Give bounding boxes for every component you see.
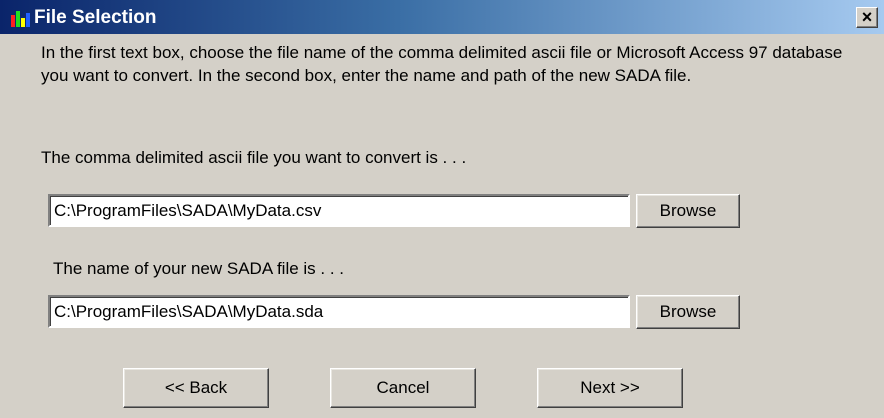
target-browse-button[interactable]: Browse	[636, 295, 740, 329]
source-file-label: The comma delimited ascii file you want …	[41, 148, 467, 167]
instructions-text: In the first text box, choose the file n…	[41, 43, 843, 85]
target-file-label: The name of your new SADA file is . . .	[53, 259, 345, 278]
source-file-input[interactable]	[48, 194, 630, 227]
window-title: File Selection	[34, 7, 157, 28]
next-button[interactable]: Next >>	[537, 368, 683, 408]
source-browse-button[interactable]: Browse	[636, 194, 740, 228]
file-selection-dialog: File Selection × In the first text box, …	[0, 0, 884, 418]
bar-chart-icon	[11, 9, 31, 27]
back-button[interactable]: << Back	[123, 368, 269, 408]
target-file-input[interactable]	[48, 295, 630, 328]
cancel-button[interactable]: Cancel	[330, 368, 476, 408]
title-bar[interactable]: File Selection ×	[0, 0, 884, 34]
close-icon: ×	[861, 7, 873, 27]
close-button[interactable]: ×	[856, 7, 878, 28]
